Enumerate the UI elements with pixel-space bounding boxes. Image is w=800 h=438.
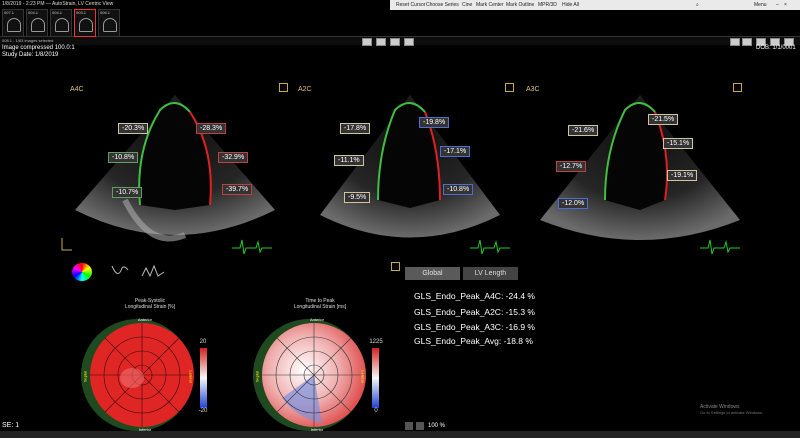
echo-views xyxy=(61,95,740,255)
close-icon[interactable]: × xyxy=(784,2,787,8)
ecg-trace xyxy=(232,239,272,255)
view-label-a4c: A4C xyxy=(70,86,84,93)
series-thumb[interactable]: 004.1 xyxy=(50,9,72,37)
link-icon[interactable] xyxy=(404,38,414,46)
series-indicator: SE: 1 xyxy=(2,422,20,429)
grid-icon[interactable] xyxy=(376,38,386,46)
taskbar xyxy=(0,431,800,438)
curve-icons[interactable] xyxy=(110,262,170,282)
segment-badge: -19.1% xyxy=(667,170,698,181)
strain-scale-max: 20 xyxy=(199,339,207,345)
ecg-trace xyxy=(700,239,740,255)
hide-all-button[interactable]: Hide All xyxy=(562,2,579,8)
zoom-level: 100 % xyxy=(428,423,446,429)
mark-outline-button[interactable]: Mark Outline xyxy=(506,2,534,8)
view-label-a2c: A2C xyxy=(298,86,312,93)
thumb-label: 006.1 xyxy=(100,10,111,15)
segment-badge: -10.8% xyxy=(443,184,474,195)
segment-badge: -10.7% xyxy=(112,187,143,198)
segment-badge: -12.7% xyxy=(556,161,587,172)
color-wheel-icon[interactable] xyxy=(72,263,92,281)
segment-badge: -17.8% xyxy=(340,123,371,134)
status-strip: 008.1 - 1/83 images selected xyxy=(0,37,800,45)
strain-anterior-label: Anterior xyxy=(137,317,152,322)
zoom-fit-icon[interactable] xyxy=(405,422,413,430)
segment-badge: -21.5% xyxy=(648,114,679,125)
time-scale-min: 0 xyxy=(374,408,378,414)
search-icon[interactable]: ⌕ xyxy=(696,2,699,8)
reset-cursor-button[interactable]: Reset Cursor xyxy=(396,2,425,8)
zoom-actual-icon[interactable] xyxy=(416,422,424,430)
window-title: 1/8/2019 - 2:23 PM — AutoStrain, LV Cent… xyxy=(2,1,114,7)
a4c-view[interactable] xyxy=(61,95,275,251)
menu-button[interactable]: Menu xyxy=(754,2,767,8)
series-thumb[interactable]: 007.1 xyxy=(2,9,24,37)
series-thumb[interactable]: 004.1 xyxy=(26,9,48,37)
series-thumb-selected[interactable]: 003.1 xyxy=(74,9,96,37)
strain-bullseye-title: Peak-Systolic Longitudinal Strain [%] xyxy=(124,298,176,310)
tab-global[interactable]: Global xyxy=(405,267,460,280)
strain-color-scale xyxy=(200,348,207,408)
minimize-icon[interactable]: – xyxy=(776,2,779,8)
segment-badge: -9.5% xyxy=(344,192,371,203)
time-lateral-label: Lateral xyxy=(360,370,366,383)
view-label-a3c: A3C xyxy=(526,86,540,93)
next-icon[interactable] xyxy=(742,38,752,46)
gls-a3c: GLS_Endo_Peak_A3C: -16.9 % xyxy=(414,322,535,332)
series-thumb[interactable]: 006.1 xyxy=(98,9,120,37)
sync-icon[interactable] xyxy=(390,38,400,46)
segment-badge: -32.9% xyxy=(218,152,249,163)
time-anterior-label: Anterior xyxy=(309,317,324,322)
panel-marker[interactable] xyxy=(279,83,288,92)
panel-marker[interactable] xyxy=(391,262,400,271)
segment-badge: -28.3% xyxy=(196,123,227,134)
segment-badge: -21.6% xyxy=(568,125,599,136)
layout-icon[interactable] xyxy=(362,38,372,46)
time-septal-label: Septal xyxy=(254,370,260,383)
thumb-label: 004.1 xyxy=(28,10,39,15)
gls-avg: GLS_Endo_Peak_Avg: -18.8 % xyxy=(414,336,533,346)
choose-series-button[interactable]: Choose Series xyxy=(426,2,459,8)
thumb-label: 007.1 xyxy=(4,10,15,15)
time-scale-max: 1225 xyxy=(369,339,383,345)
panel-marker[interactable] xyxy=(505,83,514,92)
study-date: Study Date: 1/8/2019 xyxy=(2,52,59,58)
cine-button[interactable]: Cine xyxy=(462,2,472,8)
segment-badge: -19.8% xyxy=(419,117,450,128)
segment-badge: -17.1% xyxy=(440,146,471,157)
segment-badge: -20.3% xyxy=(118,123,149,134)
tab-lv-length[interactable]: LV Length xyxy=(463,267,518,280)
gls-a4c: GLS_Endo_Peak_A4C: -24.4 % xyxy=(414,291,535,301)
selection-status: 008.1 - 1/83 images selected xyxy=(2,38,54,43)
strain-bullseye[interactable] xyxy=(80,318,195,433)
segment-badge: -11.1% xyxy=(334,155,364,166)
activate-windows-subtitle: Go to Settings to activate Windows. xyxy=(700,410,764,415)
mpr-3d-button[interactable]: MPR/3D xyxy=(538,2,557,8)
segment-badge: -10.8% xyxy=(108,152,139,163)
mark-center-button[interactable]: Mark Center xyxy=(476,2,504,8)
compression-info: Image compressed 100.0:1 xyxy=(2,45,75,51)
toolbar: Reset Cursor Choose Series Cine Mark Cen… xyxy=(390,0,800,10)
thumb-label: 004.1 xyxy=(52,10,63,15)
time-bullseye[interactable] xyxy=(252,318,367,433)
a2c-view[interactable] xyxy=(320,95,500,238)
panel-marker[interactable] xyxy=(733,83,742,92)
series-thumbnails: 007.1 004.1 004.1 003.1 006.1 xyxy=(2,9,120,37)
time-bullseye-title: Time to Peak Longitudinal Strain [ms] xyxy=(293,298,347,310)
dob: DOB: 1/1/0001 xyxy=(756,45,796,51)
segment-badge: -15.1% xyxy=(663,138,694,149)
prev-icon[interactable] xyxy=(730,38,740,46)
thumb-label: 003.1 xyxy=(76,10,87,15)
strain-scale-min: -20 xyxy=(198,408,208,414)
segment-badge: -12.0% xyxy=(558,198,589,209)
ecg-trace xyxy=(470,239,510,255)
segment-badge: -39.7% xyxy=(222,184,253,195)
strain-septal-label: Septal xyxy=(82,370,88,383)
strain-lateral-label: Lateral xyxy=(188,370,194,383)
gls-a2c: GLS_Endo_Peak_A2C: -15.3 % xyxy=(414,307,535,317)
time-color-scale xyxy=(372,348,379,408)
